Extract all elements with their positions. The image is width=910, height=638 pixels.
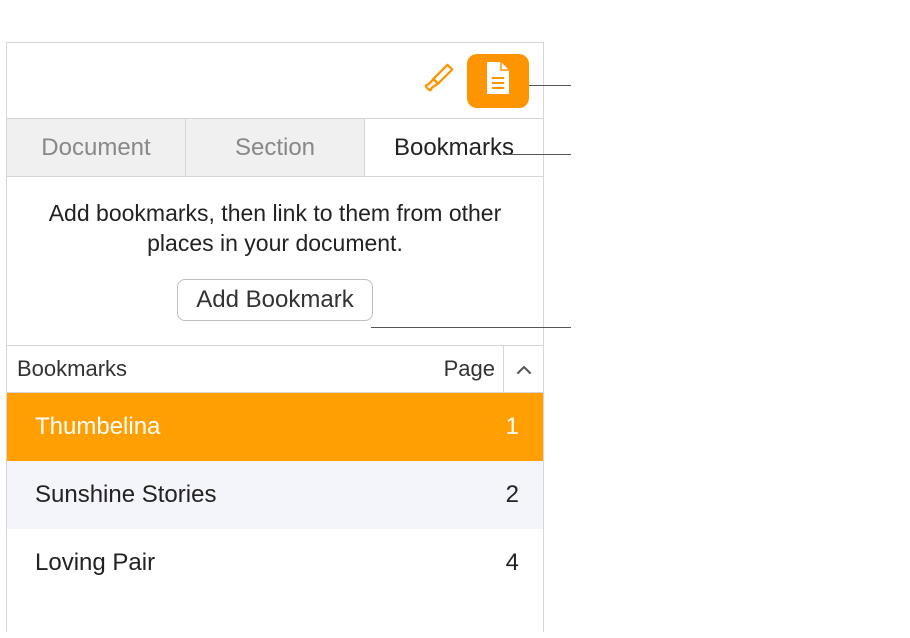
- document-icon: [483, 60, 513, 101]
- callout-line: [529, 85, 571, 86]
- bookmark-page: 2: [489, 481, 519, 509]
- add-bookmark-button[interactable]: Add Bookmark: [177, 279, 372, 321]
- help-text: Add bookmarks, then link to them from ot…: [7, 177, 543, 259]
- format-button[interactable]: [421, 63, 457, 99]
- tab-bookmarks[interactable]: Bookmarks: [365, 119, 543, 176]
- bookmark-name: Thumbelina: [35, 413, 489, 441]
- inspector-panel: Document Section Bookmarks Add bookmarks…: [6, 42, 544, 632]
- tab-section[interactable]: Section: [186, 119, 365, 176]
- add-bookmark-row: Add Bookmark: [7, 259, 543, 345]
- callout-line: [503, 154, 571, 155]
- callout-line: [371, 327, 571, 328]
- table-row[interactable]: Sunshine Stories 2: [7, 461, 543, 529]
- bookmarks-list-header: Bookmarks Page: [7, 345, 543, 393]
- paintbrush-icon: [422, 61, 456, 100]
- table-row[interactable]: Thumbelina 1: [7, 393, 543, 461]
- table-row[interactable]: Loving Pair 4: [7, 529, 543, 597]
- bookmark-page: 1: [489, 413, 519, 441]
- sort-toggle[interactable]: [503, 346, 543, 392]
- chevron-up-icon: [516, 356, 532, 382]
- bookmark-page: 4: [489, 549, 519, 577]
- bookmark-name: Sunshine Stories: [35, 481, 489, 509]
- toolbar: [7, 43, 543, 119]
- tab-bar: Document Section Bookmarks: [7, 119, 543, 177]
- column-header-page[interactable]: Page: [444, 356, 503, 382]
- bookmark-name: Loving Pair: [35, 549, 489, 577]
- tab-document[interactable]: Document: [7, 119, 186, 176]
- document-button[interactable]: [467, 54, 529, 108]
- column-header-bookmarks[interactable]: Bookmarks: [7, 356, 444, 382]
